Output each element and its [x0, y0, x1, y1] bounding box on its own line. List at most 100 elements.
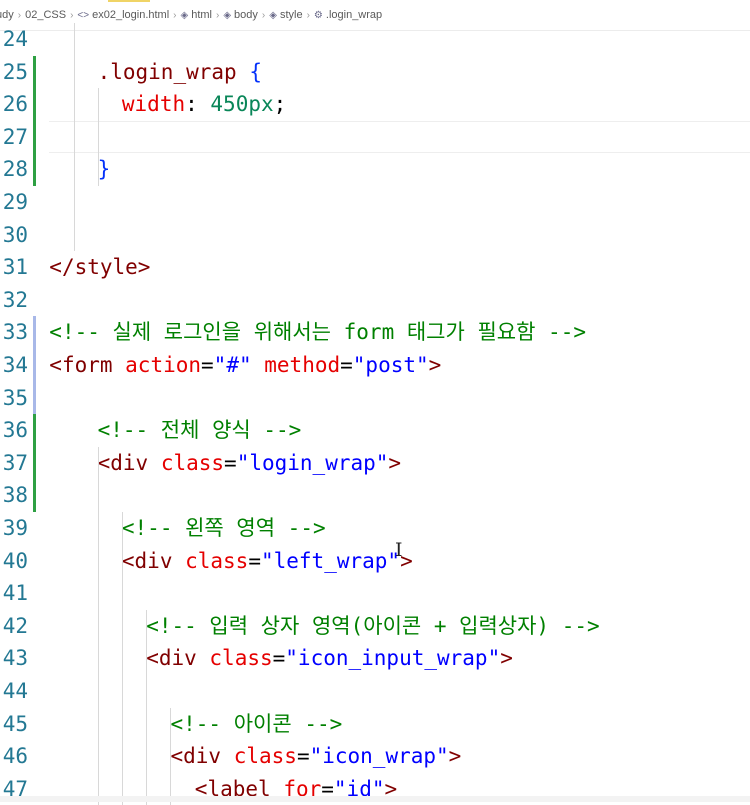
line-number: 27 — [2, 124, 28, 149]
code-line[interactable]: 45 <!-- 아이콘 --> — [0, 708, 750, 741]
code-token: ; — [273, 92, 287, 117]
breadcrumb-item[interactable]: html — [191, 9, 212, 21]
line-number: 28 — [2, 157, 28, 182]
breadcrumb-item[interactable]: .login_wrap — [326, 9, 382, 21]
chevron-right-icon: › — [261, 9, 266, 21]
git-change-marker[interactable] — [33, 316, 36, 349]
code-line[interactable]: 34 <form action="#" method="post"> — [0, 349, 750, 382]
code-line[interactable]: 42 <!-- 입력 상자 영역(아이콘 + 입력상자) --> — [0, 610, 750, 643]
line-number: 41 — [2, 581, 28, 606]
code-line[interactable]: 36 <!-- 전체 양식 --> — [0, 414, 750, 447]
code-token: <!-- 아이콘 --> — [170, 711, 343, 736]
line-number: 30 — [2, 222, 28, 247]
code-token: "icon_input_wrap" — [285, 646, 501, 671]
code-text: .login_wrap { — [98, 56, 262, 89]
code-line[interactable]: 33 <!-- 실제 로그인을 위해서는 form 태그가 필요함 --> — [0, 316, 750, 349]
line-number: 42 — [2, 613, 28, 638]
git-change-marker[interactable] — [33, 446, 36, 480]
code-line[interactable]: 26 width: 450px; — [0, 88, 750, 121]
code-text: <!-- 아이콘 --> — [171, 708, 343, 741]
code-line[interactable]: 39 <!-- 왼쪽 영역 --> — [0, 512, 750, 545]
code-token: > — [448, 744, 462, 769]
code-token: action — [125, 353, 202, 377]
line-number: 39 — [2, 516, 28, 540]
code-line[interactable]: 24 — [0, 23, 750, 56]
line-number: 38 — [2, 483, 28, 508]
active-tab-indicator — [108, 0, 150, 2]
indent-guide — [98, 88, 99, 186]
code-line[interactable]: 38 — [0, 479, 750, 512]
code-token: <div — [146, 646, 210, 671]
code-text: <div class="login_wrap"> — [98, 447, 401, 480]
git-change-marker[interactable] — [33, 88, 36, 121]
git-change-marker[interactable] — [33, 55, 36, 89]
breadcrumb-item[interactable]: 02_CSS — [25, 9, 66, 21]
code-token: <!-- 입력 상자 영역(아이콘 + 입력상자) --> — [146, 613, 600, 638]
line-number: 31 — [2, 255, 28, 280]
code-token: <!-- 전체 양식 --> — [97, 418, 302, 443]
line-number: 40 — [2, 548, 28, 573]
code-text: <!-- 실제 로그인을 위해서는 form 태그가 필요함 --> — [49, 316, 586, 349]
code-token: <!-- 왼쪽 영역 --> — [121, 516, 326, 540]
git-change-marker[interactable] — [33, 381, 36, 415]
chevron-right-icon: › — [306, 9, 310, 21]
breadcrumb-item[interactable]: ex02_login.html — [92, 9, 169, 21]
code-line[interactable]: 46 <div class="icon_wrap"> — [0, 740, 750, 773]
code-line[interactable]: 35 — [0, 381, 750, 415]
code-text: </style> — [49, 251, 150, 284]
code-line[interactable]: 29 — [0, 186, 750, 219]
code-token: class — [160, 450, 225, 475]
html-file-icon: <> — [77, 9, 90, 21]
line-number: 45 — [2, 711, 28, 736]
code-token: <form — [49, 353, 126, 377]
line-number: 33 — [2, 320, 28, 345]
code-token: class — [185, 548, 249, 573]
code-token: "left_wrap" — [260, 548, 401, 573]
code-token: <div — [121, 548, 186, 573]
selector-icon: ⚙ — [313, 9, 323, 21]
line-number: 44 — [2, 679, 28, 703]
code-editor[interactable]: 24 25 .login_wrap {26 width: 450px; 27 28} 29 3… — [0, 23, 750, 805]
chevron-right-icon: › — [70, 9, 74, 21]
code-token: .login_wrap — [97, 59, 250, 84]
code-text: <div class="left_wrap"> — [122, 545, 413, 578]
git-change-marker[interactable] — [33, 349, 36, 382]
code-line[interactable]: 31 </style> — [0, 251, 750, 284]
code-line[interactable]: 37 <div class="login_wrap"> — [0, 446, 750, 480]
element-icon: ◈ — [269, 9, 277, 21]
git-change-marker[interactable] — [33, 414, 36, 447]
code-line[interactable]: 25 .login_wrap { — [0, 55, 750, 89]
code-token: "login_wrap" — [236, 450, 389, 475]
code-token: </style> — [49, 255, 151, 280]
code-token: > — [428, 353, 442, 377]
indent-guide — [146, 609, 147, 805]
code-token: = — [248, 548, 261, 573]
code-line[interactable]: 43 <div class="icon_input_wrap"> — [0, 642, 750, 675]
code-line[interactable]: 30 — [0, 219, 750, 252]
line-number: 36 — [2, 418, 28, 443]
horizontal-scrollbar[interactable] — [0, 796, 750, 802]
code-token: "#" — [213, 353, 252, 377]
code-token: > — [388, 450, 402, 475]
code-line[interactable]: 32 — [0, 284, 750, 317]
git-change-marker[interactable] — [33, 120, 36, 154]
chevron-right-icon: › — [17, 9, 22, 21]
line-number: 46 — [2, 744, 28, 769]
breadcrumb-item[interactable]: style — [280, 9, 303, 21]
code-token: 450px — [210, 92, 274, 117]
breadcrumb-item[interactable]: body — [234, 9, 258, 21]
code-token: "icon_wrap" — [309, 744, 449, 769]
code-line[interactable]: 27 — [0, 120, 750, 154]
code-token: = — [296, 744, 310, 769]
code-line[interactable]: 40 <div class="left_wrap"> — [0, 545, 750, 578]
code-token: class — [209, 646, 273, 671]
code-token: <!-- 실제 로그인을 위해서는 form 태그가 필요함 --> — [49, 320, 586, 345]
code-line[interactable]: 44 — [0, 675, 750, 708]
line-number: 25 — [2, 59, 28, 84]
git-change-marker[interactable] — [33, 153, 36, 186]
code-line[interactable]: 28} — [0, 153, 750, 186]
git-change-marker[interactable] — [33, 479, 36, 512]
breadcrumb-item[interactable]: udy — [0, 9, 14, 21]
chevron-right-icon: › — [173, 9, 177, 21]
code-line[interactable]: 41 — [0, 577, 750, 610]
